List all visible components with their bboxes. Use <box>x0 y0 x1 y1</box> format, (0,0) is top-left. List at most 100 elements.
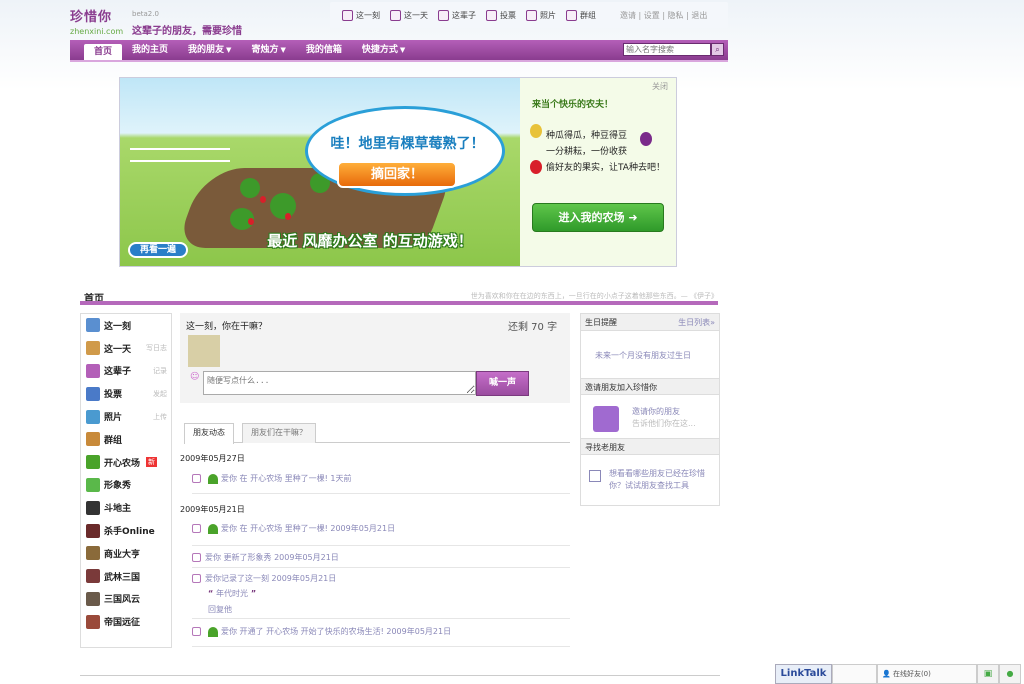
nav-my-page[interactable]: 我的主页 <box>122 40 178 60</box>
birthday-list-link[interactable]: 生日列表» <box>678 314 715 330</box>
quick-link-vote[interactable]: 投票 <box>486 9 516 21</box>
main-feed: 这一刻，你在干嘛？ 还剩 70 字 ☺ 喊一声 朋友动态 朋友们在干嘛？ 200… <box>180 313 570 653</box>
sidebar-item-sanguo-fengyun[interactable]: 三国风云 <box>81 588 171 611</box>
site-slogan: 这辈子的朋友，需要珍惜 <box>132 26 242 37</box>
diary-icon <box>86 341 100 356</box>
feed-divider <box>192 545 570 546</box>
banner-close-link[interactable]: 关闭 <box>652 81 668 92</box>
feed-item: 爱你 开通了 开心农场 开始了快乐的农场生活! 2009年05月21日 <box>192 626 570 637</box>
status-composer: 这一刻，你在干嘛？ 还剩 70 字 ☺ 喊一声 <box>180 313 570 403</box>
replay-button[interactable]: 再看一遍 <box>128 242 188 258</box>
chat-icon <box>192 524 201 533</box>
footer-divider <box>80 675 720 676</box>
farm-illustration: 哇！地里有棵草莓熟了！ 摘回家！ 最近 风靡办公室 的互动游戏！ 再看一遍 <box>120 78 520 266</box>
enter-farm-button[interactable]: 进入我的农场 ➜ <box>532 203 664 232</box>
pick-home-button[interactable]: 摘回家！ <box>337 161 457 188</box>
feed-divider <box>192 646 570 647</box>
plant-graphic <box>270 193 296 219</box>
invite-friends-icon[interactable] <box>593 406 619 432</box>
nav-my-mailbox[interactable]: 我的信箱 <box>296 40 352 60</box>
birthday-text: 未来一个月没有朋友过生日 <box>595 351 691 360</box>
linktalk-button[interactable]: LinkTalk <box>775 664 832 684</box>
game-icon <box>86 546 100 561</box>
nav-my-friends[interactable]: 我的朋友 ▼ <box>178 40 241 60</box>
find-friends-header: 寻找老朋友 <box>581 438 719 455</box>
search-icon[interactable]: ⌕ <box>711 43 724 56</box>
chart-icon <box>486 9 497 21</box>
status-question: 这一刻，你在干嘛？ <box>186 322 268 332</box>
sprout-icon <box>208 523 218 534</box>
tab-friend-updates[interactable]: 朋友动态 <box>184 423 234 444</box>
linktalk-spacer <box>832 664 877 684</box>
chat-icon <box>438 9 449 21</box>
strawberry-icon <box>260 196 266 203</box>
record-link[interactable]: 记录 <box>153 366 167 376</box>
feed-item: 爱你 在 开心农场 里种了一棵! 1天前 <box>192 473 570 484</box>
clock-icon <box>342 9 353 21</box>
upload-link[interactable]: 上传 <box>153 412 167 422</box>
banner-title: 来当个快乐的农夫！ <box>532 100 614 110</box>
farm-ad-banner[interactable]: 哇！地里有棵草莓熟了！ 摘回家！ 最近 风靡办公室 的互动游戏！ 再看一遍 关闭… <box>119 77 677 267</box>
sidebar-item-empire-expedition[interactable]: 帝国远征 <box>81 610 171 633</box>
sidebar-item-landlord[interactable]: 斗地主 <box>81 496 171 519</box>
chevron-down-icon: ▼ <box>399 46 406 54</box>
bubble-text: 哇！地里有棵草莓熟了！ <box>330 136 485 152</box>
invite-header: 邀请朋友加入珍惜你 <box>581 378 719 395</box>
quick-link-day[interactable]: 这一天 <box>390 9 428 21</box>
nav-home[interactable]: 首页 <box>84 44 123 60</box>
sidebar-item-day[interactable]: 这一天 写日志 <box>81 337 171 360</box>
post-status-button[interactable]: 喊一声 <box>476 371 529 396</box>
tshirt-icon <box>86 477 100 492</box>
sidebar-item-life[interactable]: 这辈子 记录 <box>81 360 171 383</box>
nav-divider <box>70 60 728 62</box>
quick-link-life[interactable]: 这辈子 <box>438 9 476 21</box>
sidebar-item-avatar-show[interactable]: 形象秀 <box>81 474 171 497</box>
online-friends-button[interactable]: 👤 在线好友(0) <box>877 664 977 684</box>
invite-friends-link[interactable]: 邀请你的朋友 <box>632 406 680 417</box>
feed-date: 2009年05月27日 <box>180 454 245 463</box>
chevron-down-icon: ▼ <box>226 46 232 54</box>
sidebar-item-groups[interactable]: 群组 <box>81 428 171 451</box>
game-icon <box>86 591 100 606</box>
write-diary-link[interactable]: 写日志 <box>146 343 167 353</box>
sidebar-item-vote[interactable]: 投票 发起 <box>81 382 171 405</box>
avatar[interactable] <box>188 335 220 367</box>
tab-friends-doing[interactable]: 朋友们在干嘛？ <box>242 423 316 443</box>
avatar-show-icon <box>192 553 201 562</box>
birthday-header: 生日提醒 生日列表» <box>581 314 719 331</box>
status-input[interactable] <box>203 371 476 395</box>
clock-icon <box>86 318 100 333</box>
create-vote-link[interactable]: 发起 <box>153 389 167 399</box>
section-divider <box>80 301 718 305</box>
quick-link-photos[interactable]: 照片 <box>526 9 556 21</box>
online-status-icon[interactable]: ● <box>999 664 1021 684</box>
site-logo[interactable]: 珍惜你 zhenxini.com <box>70 6 130 36</box>
friend-search-input[interactable] <box>623 43 711 56</box>
new-badge: 新 <box>146 457 158 468</box>
find-friends-text[interactable]: 想看看哪些朋友已经在珍惜你？试试朋友查找工具 <box>609 468 715 492</box>
sprout-icon <box>86 455 100 470</box>
reply-link[interactable]: 回复他 <box>208 604 586 615</box>
user-icon: 👤 <box>882 670 893 678</box>
game-icon <box>86 523 100 538</box>
corn-icon <box>530 124 542 138</box>
quick-link-groups[interactable]: 群组 <box>566 9 596 21</box>
strawberry-icon <box>248 218 254 225</box>
sidebar-item-killer-online[interactable]: 杀手Online <box>81 519 171 542</box>
nav-shortcuts[interactable]: 快捷方式 ▼ <box>352 40 415 60</box>
sidebar-item-moment[interactable]: 这一刻 <box>81 314 171 337</box>
quick-link-moment[interactable]: 这一刻 <box>342 9 380 21</box>
banner-line-1: 种瓜得瓜，种豆得豆 <box>546 131 628 141</box>
account-links[interactable]: 邀请 | 设置 | 隐私 | 退出 <box>620 10 707 21</box>
sidebar-item-happy-farm[interactable]: 开心农场新 <box>81 451 171 474</box>
sidebar-item-photos[interactable]: 照片 上传 <box>81 405 171 428</box>
feed-item: 爱你 在 开心农场 里种了一棵! 2009年05月21日 <box>192 523 570 534</box>
sidebar-item-business-tycoon[interactable]: 商业大亨 <box>81 542 171 565</box>
nav-places[interactable]: 寄烛方 ▼ <box>241 40 295 60</box>
char-count: 还剩 70 字 <box>508 322 558 333</box>
smile-icon[interactable]: ☺ <box>190 372 199 382</box>
sidebar-item-wulin-sanguo[interactable]: 武林三国 <box>81 565 171 588</box>
monitor-icon[interactable]: ▣ <box>977 664 999 684</box>
strawberry-icon <box>285 213 291 220</box>
strawberry-icon <box>530 160 542 174</box>
